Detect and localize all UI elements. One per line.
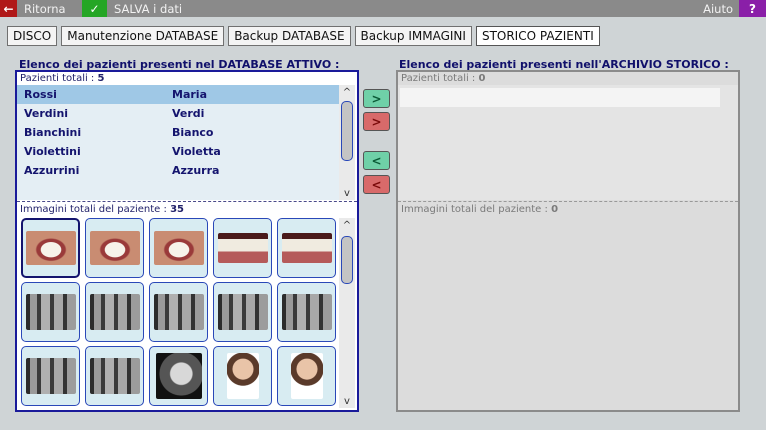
- xray-photo: [217, 294, 268, 330]
- patients-count-line: Pazienti totali : 5: [20, 73, 104, 84]
- archive-images-count-label: Immagini totali del paziente :: [401, 204, 548, 215]
- patient-list-scrollbar[interactable]: ^ v: [339, 85, 355, 200]
- check-icon: ✓: [82, 0, 107, 17]
- archive-patients-count-label: Pazienti totali :: [401, 73, 476, 84]
- image-thumbnail[interactable]: [21, 346, 80, 406]
- archive-list-empty-row[interactable]: [400, 88, 720, 107]
- image-thumbnail[interactable]: [85, 346, 144, 406]
- image-thumbnail[interactable]: [85, 218, 144, 278]
- xray-photo: [281, 294, 332, 330]
- image-thumbnail[interactable]: [149, 346, 208, 406]
- image-thumbnail[interactable]: [277, 346, 336, 406]
- back-button[interactable]: ← Ritorna: [0, 0, 66, 17]
- patient-last-name: Verdini: [24, 107, 69, 120]
- xray-photo: [153, 294, 204, 330]
- ceph-photo: [155, 353, 202, 399]
- image-thumbnail[interactable]: [213, 218, 272, 278]
- teeth-photo: [281, 233, 332, 263]
- scroll-down-icon[interactable]: v: [339, 186, 355, 200]
- smile-photo: [25, 231, 76, 265]
- image-grid-scrollbar[interactable]: ^ v: [339, 218, 355, 408]
- face-photo: [226, 353, 259, 399]
- images-count-value: 35: [170, 204, 184, 215]
- move-all-left-button[interactable]: <: [363, 175, 390, 194]
- tab-backup-immagini[interactable]: Backup IMMAGINI: [354, 26, 472, 46]
- image-thumbnail[interactable]: [85, 282, 144, 342]
- tab-bar: DISCO Manutenzione DATABASE Backup DATAB…: [7, 26, 600, 46]
- section-divider: [398, 201, 738, 202]
- scroll-up-icon[interactable]: ^: [339, 218, 355, 232]
- question-icon: ?: [739, 0, 766, 17]
- smile-photo: [89, 231, 140, 265]
- archive-patients-count-line: Pazienti totali : 0: [401, 73, 485, 84]
- save-button[interactable]: ✓ SALVA i dati: [82, 0, 182, 17]
- move-left-button[interactable]: <: [363, 151, 390, 170]
- patient-first-name: Azzurra: [172, 164, 220, 177]
- patients-count-label: Pazienti totali :: [20, 73, 95, 84]
- scroll-thumb[interactable]: [341, 101, 353, 161]
- teeth-photo: [217, 233, 268, 263]
- archive-images-count-value: 0: [551, 204, 559, 215]
- image-thumbnail[interactable]: [149, 282, 208, 342]
- patient-last-name: Bianchini: [24, 126, 82, 139]
- patient-row[interactable]: Bianchini Bianco: [17, 123, 339, 142]
- help-button[interactable]: Aiuto ?: [696, 0, 766, 17]
- patient-first-name: Verdi: [172, 107, 205, 120]
- images-count-line: Immagini totali del paziente : 35: [20, 204, 184, 215]
- active-db-panel: Pazienti totali : 5 Rossi Maria Verdini …: [15, 70, 359, 412]
- tab-storico-pazienti[interactable]: STORICO PAZIENTI: [475, 26, 600, 46]
- face-photo: [290, 353, 323, 399]
- image-thumbnail[interactable]: [149, 218, 208, 278]
- patient-first-name: Violetta: [172, 145, 221, 158]
- patient-last-name: Violettini: [24, 145, 81, 158]
- archive-patient-list[interactable]: [398, 85, 738, 200]
- help-label: Aiuto: [703, 1, 733, 16]
- image-thumbnail[interactable]: [213, 282, 272, 342]
- patient-last-name: Azzurrini: [24, 164, 80, 177]
- patient-last-name: Rossi: [24, 88, 57, 101]
- archive-panel: Pazienti totali : 0 Immagini totali del …: [396, 70, 740, 412]
- image-thumbnail[interactable]: [277, 282, 336, 342]
- xray-photo: [25, 358, 76, 394]
- section-divider: [17, 201, 357, 202]
- archive-patients-count-value: 0: [478, 73, 486, 84]
- image-thumbnail[interactable]: [213, 346, 272, 406]
- patient-row[interactable]: Verdini Verdi: [17, 104, 339, 123]
- patient-row[interactable]: Rossi Maria: [17, 85, 339, 104]
- patient-list[interactable]: Rossi Maria Verdini Verdi Bianchini Bian…: [17, 85, 339, 200]
- smile-photo: [153, 231, 204, 265]
- top-toolbar: ← Ritorna ✓ SALVA i dati Aiuto ?: [0, 0, 766, 17]
- patients-count-value: 5: [97, 73, 105, 84]
- image-thumbnail-grid: [21, 218, 339, 408]
- tab-manutenzione-database[interactable]: Manutenzione DATABASE: [61, 26, 225, 46]
- scroll-up-icon[interactable]: ^: [339, 85, 355, 99]
- patient-first-name: Maria: [172, 88, 207, 101]
- tab-disco[interactable]: DISCO: [7, 26, 58, 46]
- save-label: SALVA i dati: [114, 1, 183, 16]
- image-thumbnail[interactable]: [277, 218, 336, 278]
- patient-row[interactable]: Violettini Violetta: [17, 142, 339, 161]
- xray-photo: [25, 294, 76, 330]
- archive-images-count-line: Immagini totali del paziente : 0: [401, 204, 558, 215]
- image-thumbnail[interactable]: [21, 218, 80, 278]
- patient-first-name: Bianco: [172, 126, 214, 139]
- move-all-right-button[interactable]: >: [363, 112, 390, 131]
- xray-photo: [89, 294, 140, 330]
- image-thumbnail[interactable]: [21, 282, 80, 342]
- images-count-label: Immagini totali del paziente :: [20, 204, 167, 215]
- arrow-left-icon: ←: [0, 0, 17, 17]
- move-right-button[interactable]: >: [363, 89, 390, 108]
- scroll-down-icon[interactable]: v: [339, 394, 355, 408]
- back-label: Ritorna: [24, 1, 66, 16]
- tab-backup-database[interactable]: Backup DATABASE: [228, 26, 351, 46]
- scroll-thumb[interactable]: [341, 236, 353, 284]
- patient-row[interactable]: Azzurrini Azzurra: [17, 161, 339, 180]
- xray-photo: [89, 358, 140, 394]
